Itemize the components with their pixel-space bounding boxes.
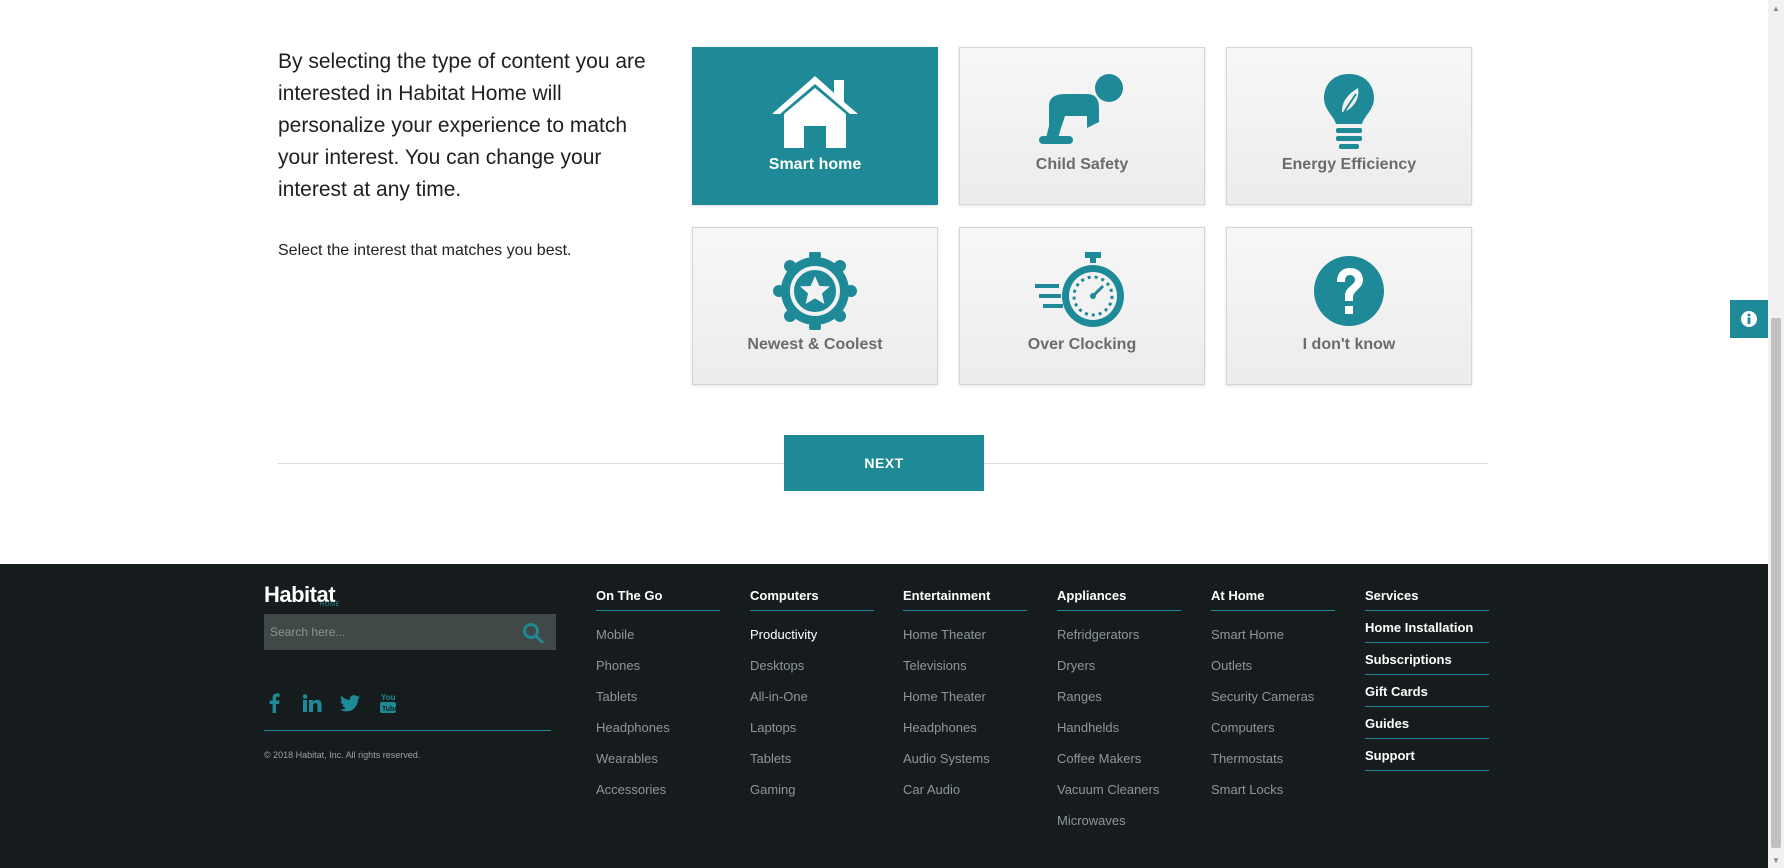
col-title[interactable]: At Home bbox=[1211, 588, 1335, 611]
col-title[interactable]: Services bbox=[1365, 588, 1489, 611]
col-link[interactable]: Vacuum Cleaners bbox=[1057, 782, 1181, 797]
col-link[interactable]: All-in-One bbox=[750, 689, 874, 704]
footer-col-at-home: At Home Smart Home Outlets Security Came… bbox=[1211, 588, 1335, 797]
col-link[interactable]: Outlets bbox=[1211, 658, 1335, 673]
scrollbar-thumb[interactable] bbox=[1771, 318, 1781, 848]
intro-subtext: Select the interest that matches you bes… bbox=[278, 242, 572, 259]
col-link[interactable]: Tablets bbox=[750, 751, 874, 766]
footer: Habitat HOME YouTube bbox=[0, 564, 1768, 868]
tile-newest-coolest[interactable]: Newest & Coolest bbox=[692, 227, 938, 385]
tile-over-clocking[interactable]: Over Clocking bbox=[959, 227, 1205, 385]
svg-text:You: You bbox=[381, 693, 396, 702]
col-link[interactable]: Wearables bbox=[596, 751, 720, 766]
col-link[interactable]: Refridgerators bbox=[1057, 627, 1181, 642]
col-title[interactable]: Computers bbox=[750, 588, 874, 611]
interest-tiles: Smart home Child Safety Energy Efficienc… bbox=[692, 47, 1475, 388]
col-link[interactable]: Laptops bbox=[750, 720, 874, 735]
baby-crawling-icon bbox=[960, 72, 1204, 150]
col-title[interactable]: On The Go bbox=[596, 588, 720, 611]
tile-smart-home[interactable]: Smart home bbox=[692, 47, 938, 205]
footer-col-on-the-go: On The Go Mobile Phones Tablets Headphon… bbox=[596, 588, 720, 797]
col-link[interactable]: Phones bbox=[596, 658, 720, 673]
question-circle-icon bbox=[1227, 252, 1471, 330]
col-link[interactable]: Dryers bbox=[1057, 658, 1181, 673]
col-link[interactable]: Smart Home bbox=[1211, 627, 1335, 642]
col-link[interactable]: Televisions bbox=[903, 658, 1027, 673]
col-link[interactable]: Handhelds bbox=[1057, 720, 1181, 735]
col-link[interactable]: Thermostats bbox=[1211, 751, 1335, 766]
col-link[interactable]: Desktops bbox=[750, 658, 874, 673]
col-link[interactable]: Home Theater bbox=[903, 689, 1027, 704]
col-link[interactable]: Car Audio bbox=[903, 782, 1027, 797]
tile-child-safety[interactable]: Child Safety bbox=[959, 47, 1205, 205]
col-link[interactable]: Home Theater bbox=[903, 627, 1027, 642]
youtube-icon[interactable]: You Tube bbox=[378, 692, 398, 714]
col-link[interactable]: Headphones bbox=[903, 720, 1027, 735]
tile-label: Energy Efficiency bbox=[1281, 156, 1417, 173]
col-link[interactable]: Security Cameras bbox=[1211, 689, 1335, 704]
footer-col-services: Services Home Installation Subscriptions… bbox=[1365, 588, 1489, 771]
footer-search bbox=[264, 614, 556, 650]
next-button[interactable]: NEXT bbox=[784, 435, 984, 491]
page: By selecting the type of content you are… bbox=[0, 0, 1768, 868]
stopwatch-icon bbox=[960, 252, 1204, 330]
service-link[interactable]: Guides bbox=[1365, 707, 1489, 739]
footer-col-computers: Computers Productivity Desktops All-in-O… bbox=[750, 588, 874, 797]
footer-divider bbox=[264, 730, 551, 731]
col-link[interactable]: Mobile bbox=[596, 627, 720, 642]
col-link[interactable]: Tablets bbox=[596, 689, 720, 704]
col-link[interactable]: Computers bbox=[1211, 720, 1335, 735]
copyright: © 2018 Habitat, Inc. All rights reserved… bbox=[264, 750, 421, 760]
search-input[interactable] bbox=[264, 614, 504, 650]
footer-col-entertainment: Entertainment Home Theater Televisions H… bbox=[903, 588, 1027, 797]
tile-label: Newest & Coolest bbox=[747, 336, 883, 353]
scroll-down-arrow-icon[interactable]: ▼ bbox=[1768, 852, 1784, 868]
col-title[interactable]: Entertainment bbox=[903, 588, 1027, 611]
tile-label: Over Clocking bbox=[1027, 336, 1137, 353]
service-link[interactable]: Gift Cards bbox=[1365, 675, 1489, 707]
col-link[interactable]: Audio Systems bbox=[903, 751, 1027, 766]
col-link[interactable]: Ranges bbox=[1057, 689, 1181, 704]
scroll-up-arrow-icon[interactable]: ▲ bbox=[1768, 0, 1784, 16]
col-title[interactable]: Appliances bbox=[1057, 588, 1181, 611]
search-icon[interactable] bbox=[522, 622, 544, 644]
lightbulb-leaf-icon bbox=[1227, 72, 1471, 150]
col-link[interactable]: Microwaves bbox=[1057, 813, 1181, 828]
col-link[interactable]: Accessories bbox=[596, 782, 720, 797]
col-link[interactable]: Smart Locks bbox=[1211, 782, 1335, 797]
service-link[interactable]: Home Installation bbox=[1365, 611, 1489, 643]
tile-label: Smart home bbox=[768, 156, 862, 173]
facebook-icon[interactable] bbox=[264, 692, 284, 714]
tile-i-dont-know[interactable]: I don't know bbox=[1226, 227, 1472, 385]
social-links: You Tube bbox=[264, 692, 398, 714]
col-link[interactable]: Headphones bbox=[596, 720, 720, 735]
info-icon bbox=[1741, 311, 1757, 327]
footer-col-appliances: Appliances Refridgerators Dryers Ranges … bbox=[1057, 588, 1181, 828]
col-link[interactable]: Coffee Makers bbox=[1057, 751, 1181, 766]
col-link[interactable]: Productivity bbox=[750, 627, 874, 642]
linkedin-icon[interactable] bbox=[302, 692, 322, 714]
tile-energy-efficiency[interactable]: Energy Efficiency bbox=[1226, 47, 1472, 205]
svg-text:Tube: Tube bbox=[382, 706, 397, 713]
scrollbar[interactable]: ▲ ▼ bbox=[1768, 0, 1784, 868]
house-icon bbox=[693, 72, 937, 150]
twitter-icon[interactable] bbox=[340, 692, 360, 714]
footer-logo-sub: HOME bbox=[320, 602, 340, 608]
service-link[interactable]: Subscriptions bbox=[1365, 643, 1489, 675]
intro: By selecting the type of content you are… bbox=[278, 46, 668, 260]
tile-label: I don't know bbox=[1302, 336, 1396, 353]
intro-text: By selecting the type of content you are… bbox=[278, 50, 646, 201]
info-tab[interactable] bbox=[1730, 300, 1768, 338]
col-link[interactable]: Gaming bbox=[750, 782, 874, 797]
tile-label: Child Safety bbox=[1035, 156, 1129, 173]
star-badge-icon bbox=[693, 252, 937, 330]
service-link[interactable]: Support bbox=[1365, 739, 1489, 771]
